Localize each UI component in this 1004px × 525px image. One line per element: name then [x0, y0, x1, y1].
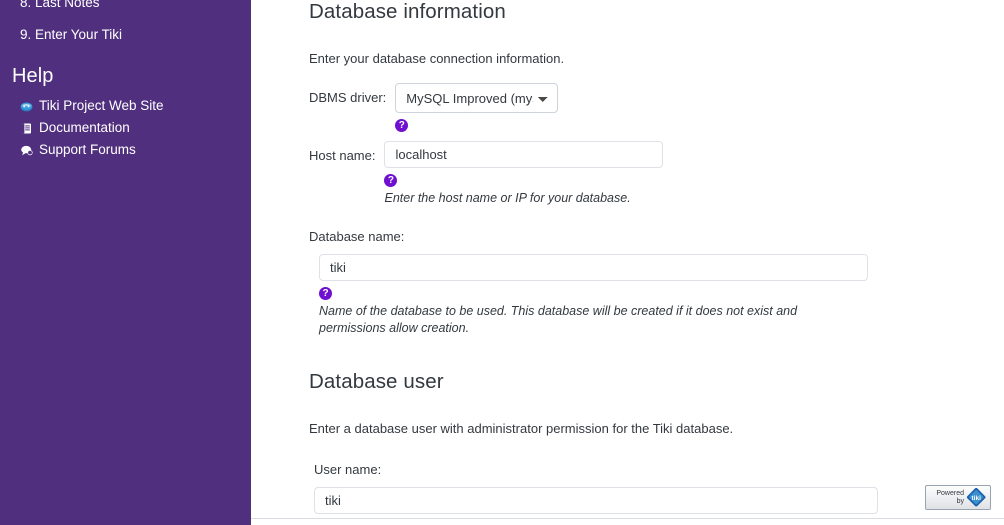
- database-user-lead: Enter a database user with administrator…: [309, 421, 734, 437]
- sidebar-item-documentation[interactable]: Documentation: [0, 117, 251, 139]
- dbms-driver-label: DBMS driver:: [309, 90, 387, 105]
- database-name-input[interactable]: [319, 254, 868, 282]
- user-name-field: User name:: [314, 461, 949, 515]
- installer-page: 7. General Settings 8. Last Notes 9. Ent…: [0, 0, 1004, 525]
- powered-by-line2: by: [956, 497, 964, 505]
- sidebar: 7. General Settings 8. Last Notes 9. Ent…: [0, 0, 251, 525]
- sidebar-help-heading: Help: [12, 65, 54, 87]
- sidebar-item-label: Tiki Project Web Site: [39, 98, 164, 113]
- database-name-label: Database name:: [309, 229, 405, 245]
- sidebar-item-label: 9. Enter Your Tiki: [20, 27, 123, 42]
- sidebar-help-list: Tiki Project Web Site Documentation Supp…: [0, 95, 251, 161]
- tiki-globe-icon: [20, 100, 33, 113]
- sidebar-item-label: Support Forums: [39, 142, 136, 157]
- sidebar-step-list: 7. General Settings 8. Last Notes 9. Ent…: [0, 0, 251, 46]
- user-name-label: User name:: [314, 462, 382, 478]
- database-name-help-icon[interactable]: ?: [319, 287, 332, 301]
- host-name-help-icon[interactable]: ?: [384, 174, 398, 188]
- main-content: Database information Enter your database…: [251, 0, 1004, 525]
- user-name-input[interactable]: [314, 487, 878, 515]
- database-name-hint: Name of the database to be used. This da…: [319, 304, 798, 336]
- host-name-field: Host name: ? Enter the host name or IP f…: [309, 141, 949, 207]
- sidebar-item-label: Documentation: [39, 120, 130, 135]
- book-icon: [20, 122, 33, 135]
- speech-bubble-icon: [20, 144, 33, 157]
- dbms-driver-field: DBMS driver: MySQL Improved (mysqli) ?: [309, 83, 949, 133]
- database-information-lead: Enter your database connection informati…: [309, 51, 565, 66]
- form-container: Database information Enter your database…: [309, 0, 949, 525]
- sidebar-item-tiki-project-web-site[interactable]: Tiki Project Web Site: [0, 95, 251, 117]
- sidebar-item-label: 8. Last Notes: [20, 0, 100, 10]
- powered-by-line1: Powered: [936, 489, 964, 497]
- host-name-input[interactable]: [384, 141, 664, 169]
- host-name-hint: Enter the host name or IP for your datab…: [384, 191, 631, 206]
- footer-divider: [251, 518, 1004, 519]
- host-name-label: Host name:: [309, 148, 376, 164]
- tiki-logo-icon: tiki: [966, 487, 988, 508]
- database-name-field: Database name: ? Name of the database to…: [309, 228, 949, 337]
- dbms-driver-help-icon[interactable]: ?: [395, 119, 409, 133]
- sidebar-item-support-forums[interactable]: Support Forums: [0, 139, 251, 161]
- database-information-heading: Database information: [309, 0, 506, 23]
- database-user-heading: Database user: [309, 370, 444, 394]
- powered-by-text: Powered by: [928, 490, 966, 506]
- dbms-driver-select[interactable]: MySQL Improved (mysqli): [395, 83, 559, 113]
- svg-text:tiki: tiki: [971, 495, 981, 502]
- sidebar-item-last-notes[interactable]: 8. Last Notes: [0, 0, 251, 14]
- powered-by-tiki-badge[interactable]: Powered by tiki: [925, 485, 991, 510]
- sidebar-item-enter-your-tiki[interactable]: 9. Enter Your Tiki: [0, 24, 251, 46]
